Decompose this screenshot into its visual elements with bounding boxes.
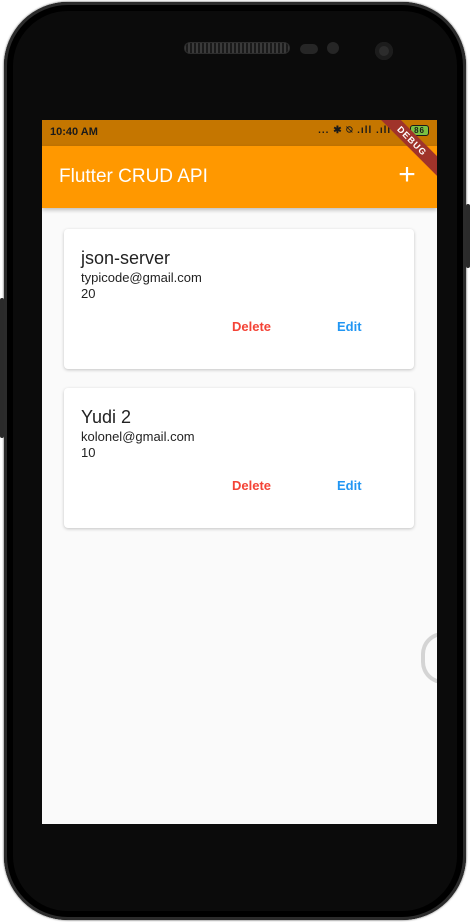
user-card: Yudi 2 kolonel@gmail.com 10 Delete Edit [64,388,414,528]
user-name: json-server [81,248,171,268]
plus-icon: + [398,158,416,191]
user-email: typicode@gmail.com [81,270,202,285]
status-time: 10:40 AM [50,126,98,138]
user-age: 20 [81,286,96,301]
user-age: 10 [81,445,96,460]
proximity-sensor [300,44,318,54]
earpiece-speaker [184,42,290,54]
volume-button [0,298,4,438]
app-screen: 10:40 AM ... ✱ ⍉ .ıll .ıll ≋ 86 Flutter … [42,120,437,824]
page-title: Flutter CRUD API [59,166,208,187]
edit-button[interactable]: Edit [337,478,362,493]
edit-button[interactable]: Edit [337,319,362,334]
phone-frame: 10:40 AM ... ✱ ⍉ .ıll .ıll ≋ 86 Flutter … [0,2,470,920]
delete-button[interactable]: Delete [232,478,271,493]
app-bar: Flutter CRUD API + [42,146,437,208]
delete-button[interactable]: Delete [232,319,271,334]
add-button[interactable]: + [391,160,423,192]
light-sensor [327,42,339,54]
front-camera [375,42,393,60]
scroll-indicator [421,632,437,684]
user-card: json-server typicode@gmail.com 20 Delete… [64,229,414,369]
user-name: Yudi 2 [81,407,132,427]
power-button [466,204,470,268]
user-email: kolonel@gmail.com [81,429,195,444]
status-bar: 10:40 AM ... ✱ ⍉ .ıll .ıll ≋ 86 [42,120,437,146]
